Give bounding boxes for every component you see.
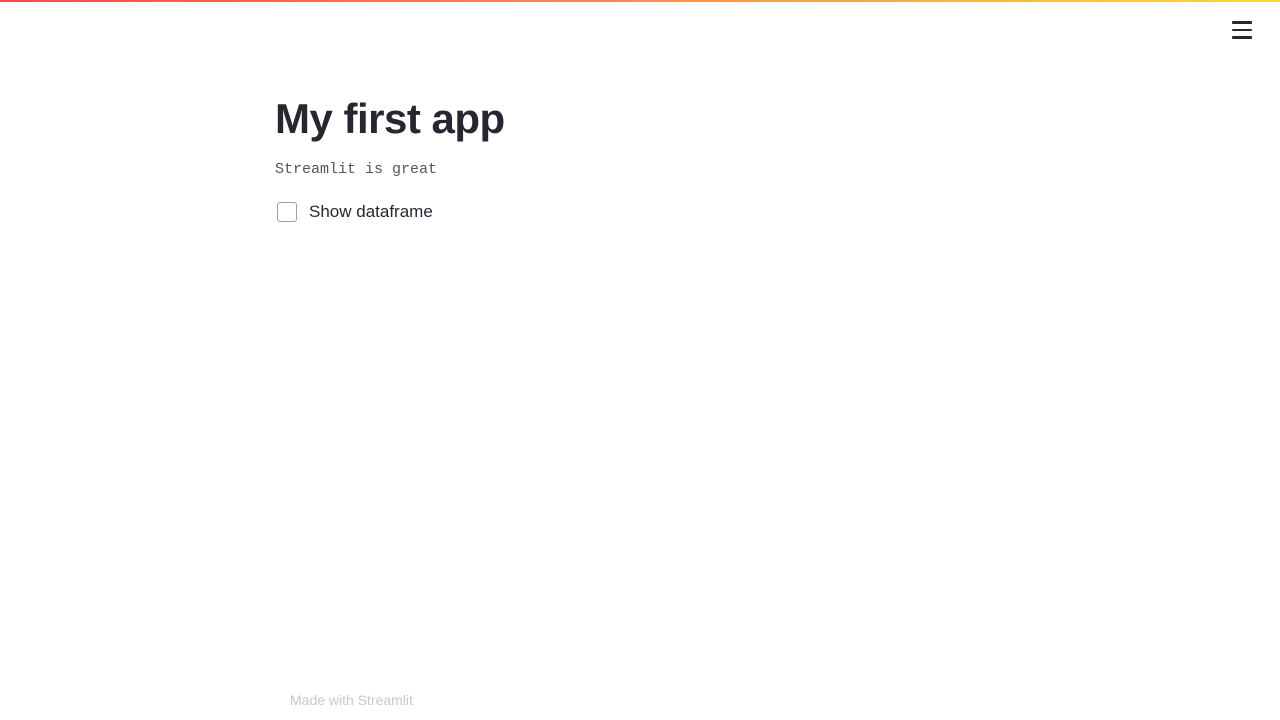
- show-dataframe-checkbox[interactable]: Show dataframe: [275, 202, 1005, 222]
- hamburger-menu-icon[interactable]: [1232, 18, 1256, 42]
- footer-text: Made with Streamlit: [290, 692, 413, 708]
- checkbox-label: Show dataframe: [309, 202, 433, 222]
- subtitle-text: Streamlit is great: [275, 161, 1005, 178]
- main-content: My first app Streamlit is great Show dat…: [275, 0, 1005, 222]
- page-title: My first app: [275, 95, 1005, 143]
- top-accent-bar: [0, 0, 1280, 2]
- checkbox-icon: [277, 202, 297, 222]
